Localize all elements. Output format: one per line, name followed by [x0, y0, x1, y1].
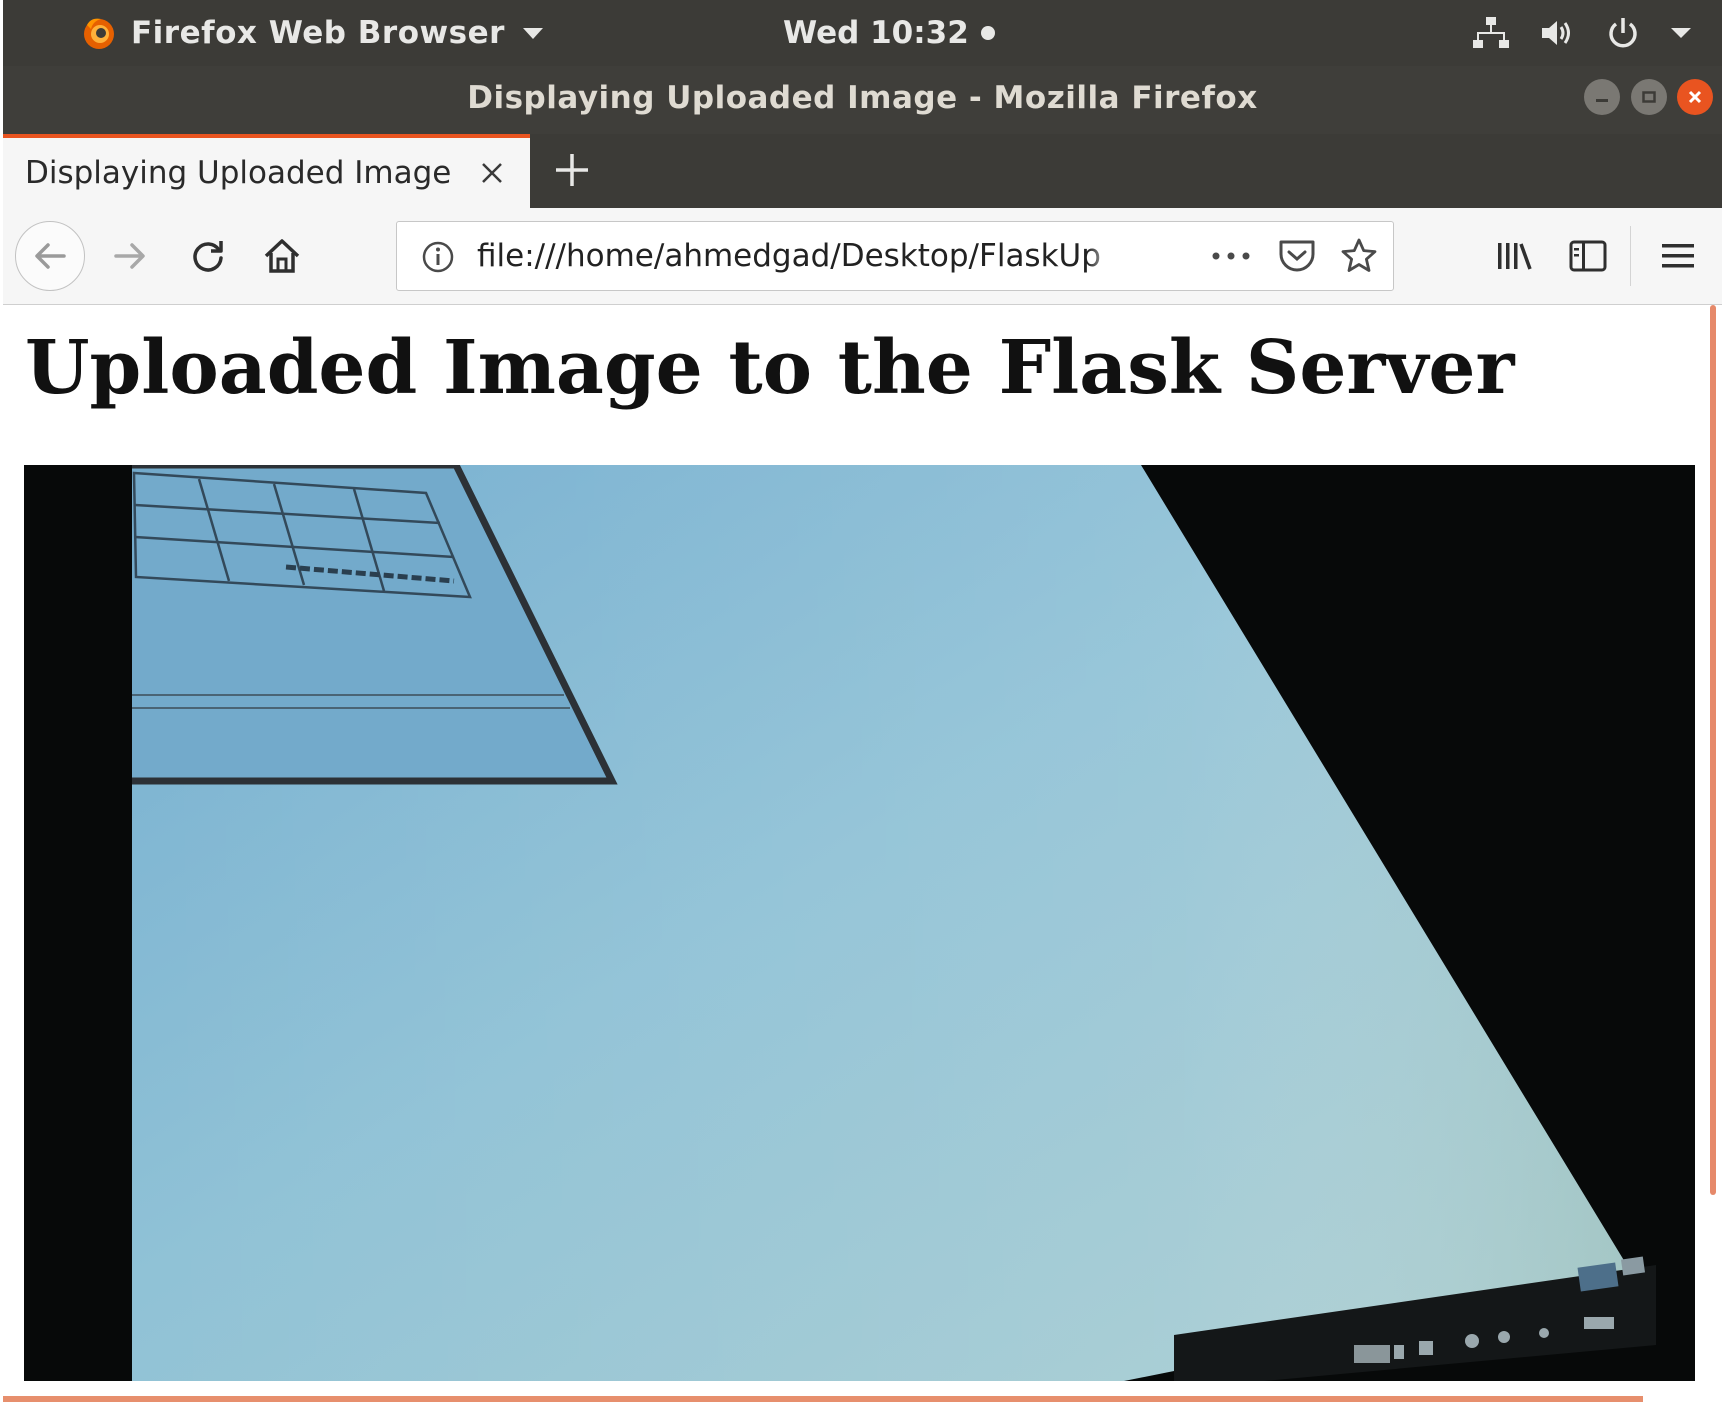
notification-dot-icon — [980, 26, 995, 40]
tab-strip: Displaying Uploaded Image — [3, 134, 1722, 208]
uploaded-photo-graphic — [24, 465, 1695, 1381]
uploaded-image — [24, 465, 1695, 1381]
url-text[interactable]: file:///home/ahmedgad/Desktop/FlaskUp — [477, 238, 1107, 274]
horizontal-scrollbar[interactable] — [3, 1396, 1643, 1402]
home-button[interactable] — [257, 231, 307, 281]
pocket-button[interactable] — [1275, 234, 1319, 278]
library-icon — [1498, 243, 1532, 270]
app-menu-chevron-icon — [522, 27, 543, 39]
firefox-logo-icon — [84, 18, 114, 49]
page-actions-button[interactable] — [1207, 236, 1255, 276]
reload-button[interactable] — [183, 231, 233, 281]
back-arrow-icon — [35, 243, 66, 269]
system-tray[interactable] — [1472, 10, 1692, 56]
hamburger-menu-icon — [1662, 244, 1694, 268]
url-fade — [1087, 230, 1117, 282]
browser-window: Firefox Web Browser Wed 10:32 Displaying… — [3, 0, 1722, 1411]
new-tab-button[interactable] — [552, 150, 592, 190]
desktop-top-bar: Firefox Web Browser Wed 10:32 — [3, 0, 1722, 66]
clock-label: Wed 10:32 — [783, 15, 969, 51]
maximize-icon — [1642, 91, 1656, 103]
power-icon[interactable] — [1606, 16, 1640, 50]
network-icon[interactable] — [1472, 16, 1510, 50]
page-content: Uploaded Image to the Flask Server — [3, 305, 1722, 1411]
window-titlebar[interactable]: Displaying Uploaded Image - Mozilla Fire… — [3, 66, 1722, 134]
back-button[interactable] — [15, 221, 85, 291]
tab-displaying-uploaded-image[interactable]: Displaying Uploaded Image — [3, 134, 530, 208]
app-menu[interactable]: Firefox Web Browser — [81, 10, 543, 56]
more-horizontal-icon — [1212, 252, 1250, 260]
minimize-icon — [1596, 99, 1608, 102]
minimize-button[interactable] — [1584, 79, 1620, 115]
hamburger-menu-button[interactable] — [1653, 231, 1703, 281]
clock[interactable]: Wed 10:32 — [783, 10, 995, 56]
navigation-toolbar: file:///home/ahmedgad/Desktop/FlaskUp — [3, 208, 1722, 305]
window-title: Displaying Uploaded Image - Mozilla Fire… — [467, 80, 1258, 116]
tab-title: Displaying Uploaded Image — [25, 155, 452, 191]
reload-icon — [193, 241, 223, 272]
vertical-scrollbar-thumb[interactable] — [1710, 305, 1716, 1195]
close-window-button[interactable] — [1677, 79, 1713, 115]
url-bar[interactable]: file:///home/ahmedgad/Desktop/FlaskUp — [396, 221, 1394, 291]
page-heading: Uploaded Image to the Flask Server — [25, 325, 1515, 411]
system-menu-chevron-icon[interactable] — [1670, 26, 1692, 40]
home-icon — [264, 239, 300, 273]
pocket-icon — [1279, 240, 1315, 272]
close-icon — [1688, 90, 1702, 104]
app-menu-label: Firefox Web Browser — [131, 15, 505, 51]
site-info-icon[interactable] — [421, 240, 455, 274]
bookmark-star-button[interactable] — [1337, 234, 1381, 278]
forward-button[interactable] — [105, 231, 155, 281]
sidebar-toggle-button[interactable] — [1563, 231, 1613, 281]
volume-icon[interactable] — [1540, 17, 1576, 49]
star-icon — [1341, 238, 1377, 272]
forward-arrow-icon — [114, 243, 145, 269]
tab-close-icon[interactable] — [479, 160, 505, 186]
library-button[interactable] — [1489, 231, 1539, 281]
sidebar-icon — [1569, 240, 1607, 272]
maximize-button[interactable] — [1631, 79, 1667, 115]
toolbar-separator — [1630, 226, 1631, 286]
